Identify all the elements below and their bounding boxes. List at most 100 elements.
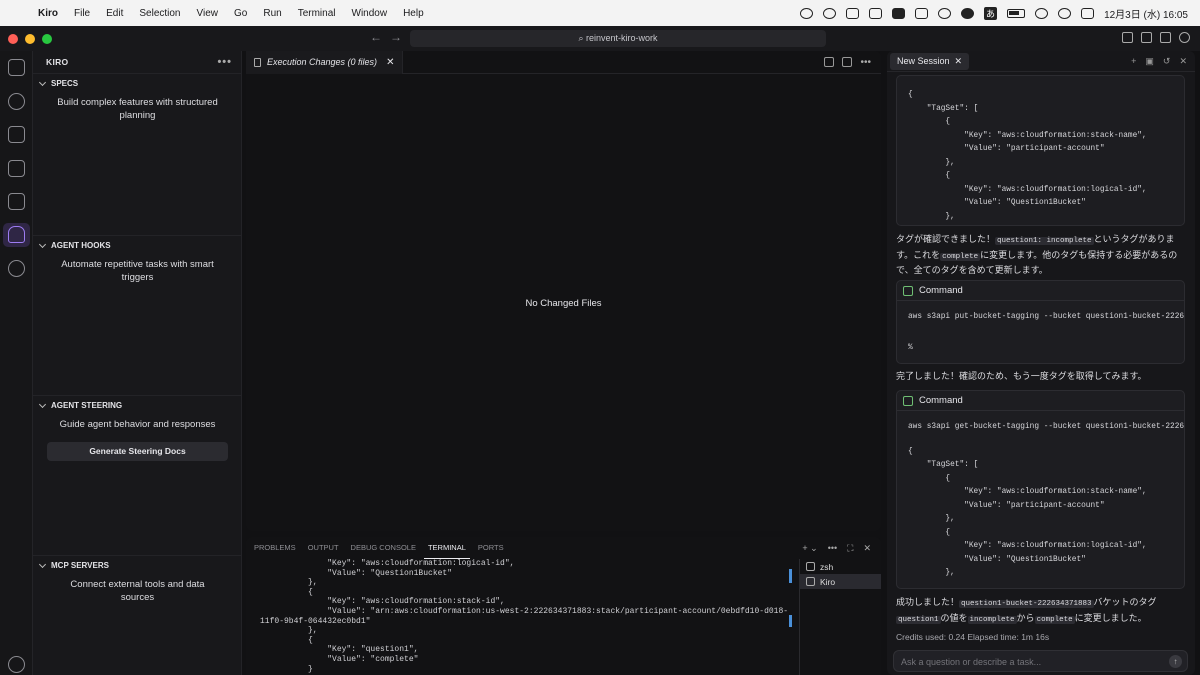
agent-hooks-header[interactable]: AGENT HOOKS — [33, 236, 242, 255]
session-tab-label: New Session — [897, 55, 950, 66]
message-text: バケットのタグ — [1093, 597, 1157, 607]
agent-steering-header[interactable]: AGENT STEERING — [33, 396, 242, 415]
tab-new-session[interactable]: New Session ✕ — [890, 52, 970, 70]
chevron-down-icon — [38, 240, 47, 249]
new-session-icon[interactable]: + — [1131, 56, 1136, 67]
tray-app-icon[interactable] — [800, 7, 814, 19]
close-session-icon[interactable]: ✕ — [955, 56, 963, 66]
terminal-icon — [806, 562, 815, 571]
code-line: { — [908, 118, 951, 126]
terminal-line: }, — [260, 578, 318, 588]
control-center-icon[interactable] — [1081, 7, 1095, 19]
tab-execution-changes[interactable]: Execution Changes (0 files) ✕ — [246, 50, 404, 74]
tab-problems[interactable]: PROBLEMS — [250, 537, 300, 559]
panel-more-icon[interactable]: ••• — [828, 543, 837, 554]
close-chat-icon[interactable]: ✕ — [1179, 56, 1187, 67]
session-list-icon[interactable]: ▣ — [1145, 56, 1154, 67]
menu-edit[interactable]: Edit — [98, 8, 131, 19]
open-changes-icon[interactable] — [824, 56, 835, 67]
split-editor-icon[interactable] — [842, 56, 853, 67]
assistant-message: 成功しました！ question1-bucket-222634371883 バケット… — [896, 596, 1188, 627]
tray-chart-icon[interactable] — [869, 7, 883, 19]
scrollbar-marker — [789, 569, 792, 583]
code-line: }, — [908, 158, 955, 167]
tray-cloud-icon[interactable] — [961, 7, 975, 19]
editor-more-icon[interactable]: ••• — [860, 57, 871, 68]
back-arrow-icon[interactable]: ← — [370, 30, 390, 44]
message-text: の値を — [940, 612, 968, 623]
layout-customize-icon[interactable] — [1122, 32, 1133, 43]
tray-globe-icon[interactable] — [823, 7, 837, 19]
code-line: "Value": "participant-account" — [908, 145, 1105, 153]
menu-terminal[interactable]: Terminal — [290, 8, 344, 19]
menu-selection[interactable]: Selection — [131, 8, 188, 19]
spotlight-search-icon[interactable] — [1058, 7, 1072, 19]
toggle-chat-icon[interactable] — [1179, 32, 1190, 43]
terminal-item-zsh[interactable]: zsh — [800, 559, 881, 574]
code-line: "Key": "aws:cloudformation:stack-name", — [908, 131, 1147, 140]
explorer-icon[interactable] — [8, 59, 25, 76]
terminal-item-kiro[interactable]: Kiro — [800, 574, 881, 589]
code-line: }, — [908, 515, 955, 523]
chat-input[interactable]: Ask a question or describe a task... ↑ — [893, 650, 1188, 672]
tray-clipboard-icon[interactable] — [915, 7, 929, 19]
mcp-icon[interactable] — [8, 260, 25, 277]
new-terminal-icon[interactable]: + ⌄ — [802, 543, 817, 554]
input-method-indicator[interactable]: あ — [984, 6, 998, 20]
tray-activity-icon[interactable] — [846, 7, 860, 19]
more-actions-icon[interactable]: ••• — [217, 56, 232, 68]
history-icon[interactable]: ↺ — [1163, 56, 1171, 67]
zoom-window-button[interactable] — [42, 33, 52, 44]
toggle-sidebar-icon[interactable] — [1141, 32, 1152, 43]
menu-window[interactable]: Window — [344, 8, 396, 19]
scrollbar-marker — [789, 615, 792, 627]
generate-steering-docs-button[interactable]: Generate Steering Docs — [47, 441, 228, 461]
tab-label: Execution Changes (0 files) — [267, 57, 378, 67]
menu-run[interactable]: Run — [255, 8, 289, 19]
command-text: aws s3api put-bucket-tagging --bucket qu… — [908, 313, 1185, 321]
tray-glasses-icon[interactable] — [938, 7, 952, 19]
tab-terminal[interactable]: TERMINAL — [423, 537, 470, 559]
terminal-icon — [806, 577, 815, 586]
account-icon[interactable] — [8, 656, 25, 673]
clock[interactable]: 12月3日 (水) 16:05 — [1104, 6, 1188, 21]
tab-ports[interactable]: PORTS — [474, 537, 508, 559]
forward-arrow-icon[interactable]: → — [390, 30, 410, 44]
extensions-icon[interactable] — [8, 193, 25, 210]
terminal-name: Kiro — [820, 576, 836, 587]
kiro-ghost-icon[interactable] — [8, 226, 25, 243]
source-control-icon[interactable] — [8, 126, 25, 143]
command-header[interactable]: Command — [897, 391, 1184, 411]
minimize-window-button[interactable] — [25, 33, 35, 44]
command-header[interactable]: Command — [897, 281, 1184, 301]
maximize-panel-icon[interactable]: ⛶ — [847, 543, 853, 554]
mcp-servers-description: Connect external tools and data sources — [70, 579, 205, 603]
close-window-button[interactable] — [8, 33, 18, 44]
search-view-icon[interactable] — [8, 93, 25, 110]
command-title: Command — [919, 285, 963, 296]
terminal-output[interactable]: "Key": "aws:cloudformation:logical-id", … — [246, 559, 789, 675]
close-tab-icon[interactable]: ✕ — [386, 57, 394, 68]
menu-help[interactable]: Help — [395, 8, 432, 19]
toggle-panel-icon[interactable] — [1160, 32, 1171, 43]
menu-go[interactable]: Go — [226, 8, 255, 19]
sidebar-title: KIRO — [46, 57, 69, 67]
code-line: "Key": "aws:cloudformation:stack-name", — [908, 488, 1147, 496]
tab-debug-console[interactable]: DEBUG CONSOLE — [347, 537, 420, 559]
command-center-search[interactable]: ⌕ reinvent-kiro-work — [410, 30, 826, 47]
wifi-icon[interactable] — [1035, 7, 1049, 19]
menu-view[interactable]: View — [189, 8, 227, 19]
mcp-servers-header[interactable]: MCP SERVERS — [33, 556, 242, 575]
specs-header[interactable]: SPECS — [33, 74, 242, 93]
assistant-message: タグが確認できました！ question1: incomplete というタグがあり… — [896, 233, 1188, 278]
battery-icon[interactable] — [1007, 8, 1026, 18]
send-arrow-icon[interactable]: ↑ — [1169, 655, 1182, 668]
file-icon — [254, 57, 261, 67]
tray-grammarly-icon[interactable] — [892, 7, 906, 19]
menu-file[interactable]: File — [66, 8, 98, 19]
app-menu[interactable]: Kiro — [36, 8, 66, 19]
chevron-down-icon — [38, 560, 47, 569]
close-panel-icon[interactable]: ✕ — [863, 543, 871, 554]
tab-output[interactable]: OUTPUT — [304, 537, 343, 559]
run-debug-icon[interactable] — [8, 160, 25, 177]
